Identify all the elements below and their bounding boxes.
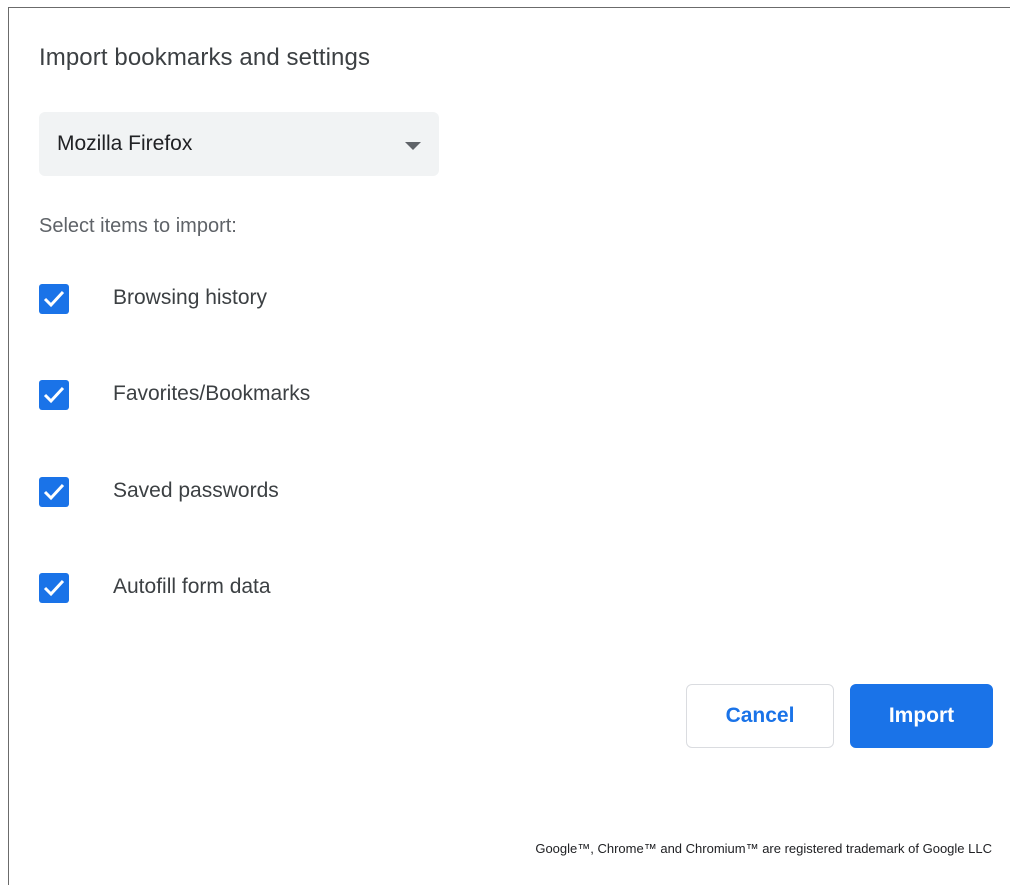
option-browsing-history[interactable]: Browsing history: [39, 280, 559, 320]
autofill-form-data-checkbox[interactable]: [39, 573, 69, 603]
checkmark-icon: [43, 483, 65, 501]
checkmark-icon: [43, 386, 65, 404]
option-label: Favorites/Bookmarks: [113, 382, 311, 405]
option-label: Autofill form data: [113, 575, 271, 598]
trademark-notice: Google™, Chrome™ and Chromium™ are regis…: [535, 841, 992, 856]
dialog-title: Import bookmarks and settings: [39, 44, 371, 71]
dropdown-caret-icon: [405, 142, 421, 150]
select-items-label: Select items to import:: [39, 215, 237, 237]
browser-select[interactable]: Mozilla Firefox: [39, 112, 439, 176]
option-label: Browsing history: [113, 286, 268, 309]
import-dialog: Import bookmarks and settings Mozilla Fi…: [8, 7, 1010, 885]
option-label: Saved passwords: [113, 479, 279, 502]
checkmark-icon: [43, 290, 65, 308]
cancel-button[interactable]: Cancel: [686, 684, 834, 748]
favorites-bookmarks-checkbox[interactable]: [39, 380, 69, 410]
saved-passwords-checkbox[interactable]: [39, 477, 69, 507]
import-button[interactable]: Import: [850, 684, 993, 748]
browsing-history-checkbox[interactable]: [39, 284, 69, 314]
option-favorites-bookmarks[interactable]: Favorites/Bookmarks: [39, 376, 559, 416]
browser-select-value: Mozilla Firefox: [57, 132, 193, 155]
checkmark-icon: [43, 579, 65, 597]
option-saved-passwords[interactable]: Saved passwords: [39, 473, 559, 513]
option-autofill-form-data[interactable]: Autofill form data: [39, 569, 559, 609]
